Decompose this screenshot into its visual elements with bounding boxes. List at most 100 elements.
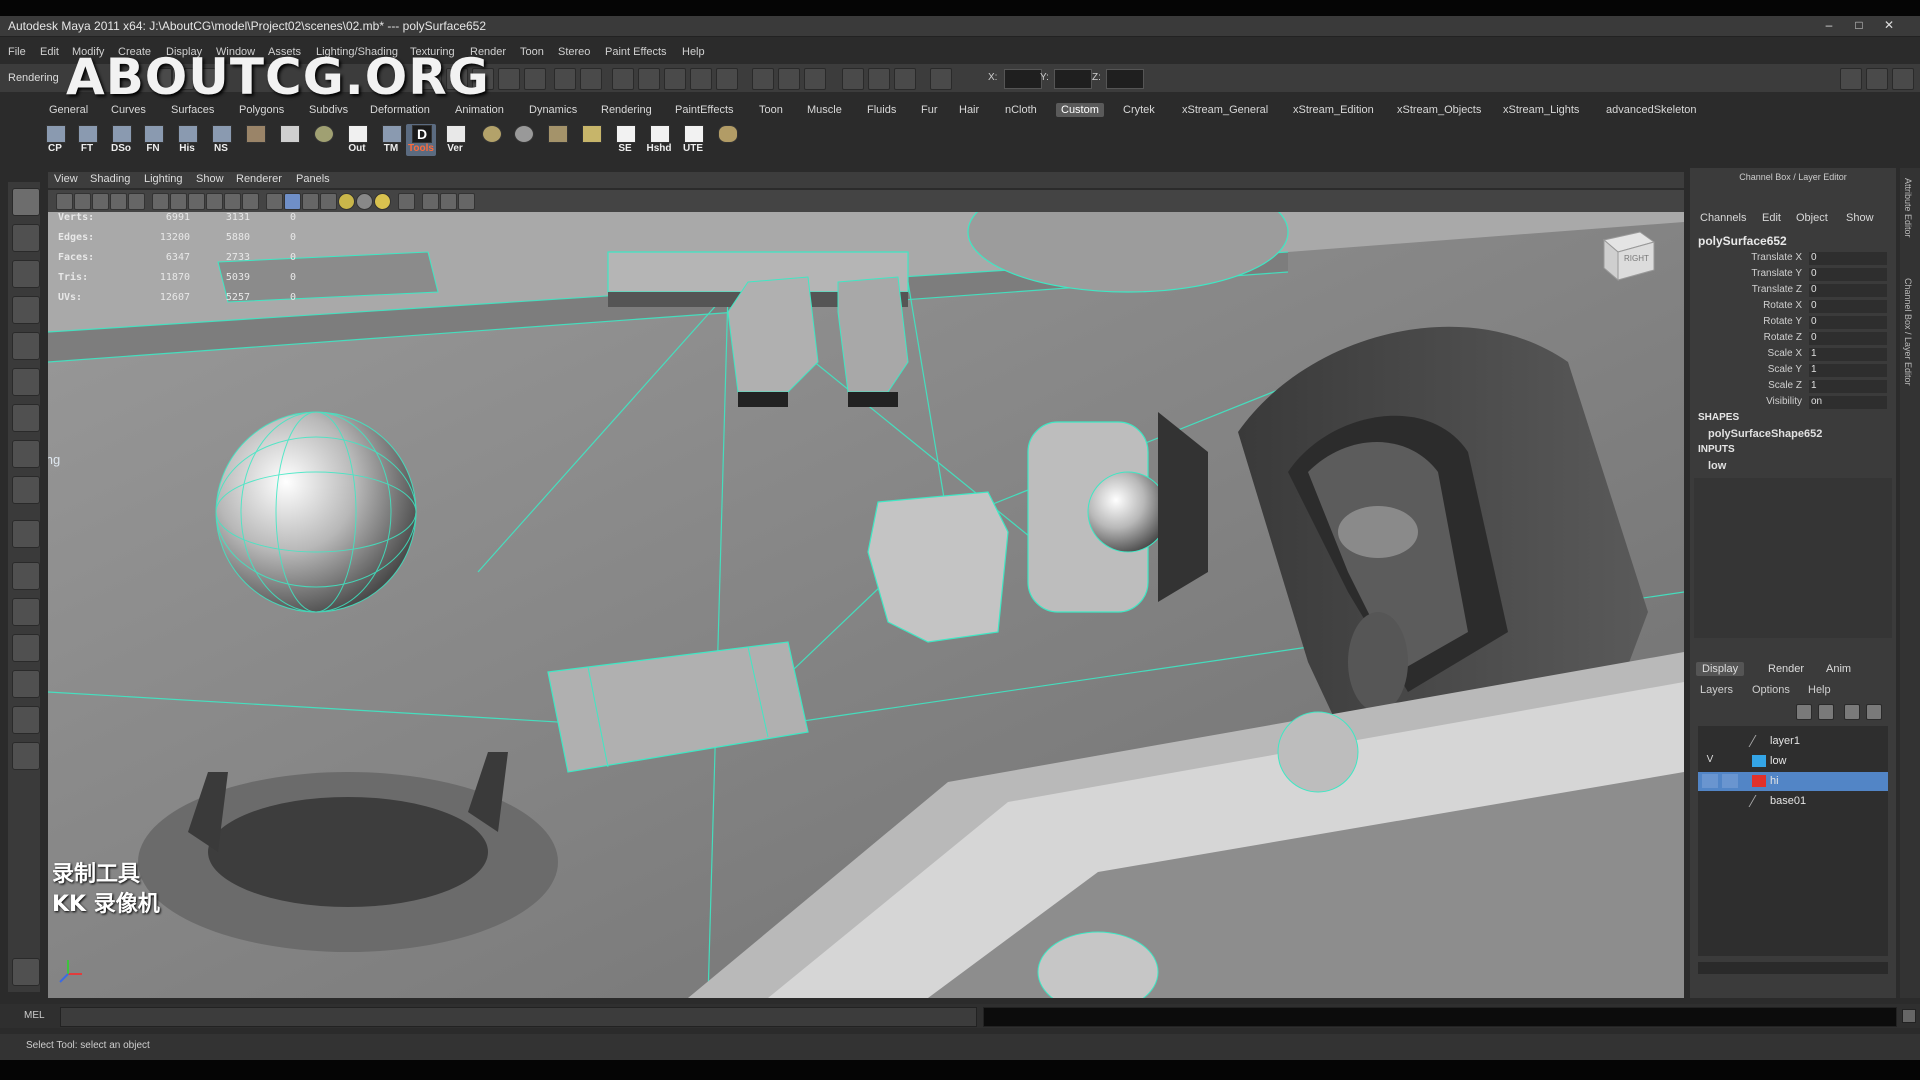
shelf-button-hshd[interactable]: Hshd xyxy=(644,124,674,156)
shelf-button-sphere-b[interactable] xyxy=(508,124,538,156)
menu-edit[interactable]: Edit xyxy=(40,46,59,58)
wire-on-shaded-icon[interactable] xyxy=(302,193,319,210)
attr-scale-y[interactable]: Scale Y1 xyxy=(1690,364,1890,378)
layer-list-scrollbar[interactable] xyxy=(1698,962,1888,974)
render-view-icon[interactable] xyxy=(612,68,634,90)
vp-menu-panels[interactable]: Panels xyxy=(296,173,330,185)
attribute-editor-tab[interactable]: Attribute Editor xyxy=(1903,178,1913,238)
move-tool-icon[interactable] xyxy=(12,296,40,324)
layer-menu-options[interactable]: Options xyxy=(1752,684,1790,696)
viewport-3d[interactable]: Verts: 6991 3131 0 Edges: 13200 5880 0 Faces: 6… xyxy=(48,212,1684,998)
channel-box-tab[interactable]: Channel Box / Layer Editor xyxy=(1903,278,1913,386)
history-icon[interactable] xyxy=(524,68,546,90)
minimize-icon[interactable]: – xyxy=(1818,18,1840,33)
new-layer-selected-icon[interactable] xyxy=(1866,704,1882,720)
shelf-button-sphere-a[interactable] xyxy=(476,124,506,156)
menu-stereo[interactable]: Stereo xyxy=(558,46,590,58)
textured-icon[interactable] xyxy=(320,193,337,210)
resolution-gate-icon[interactable] xyxy=(170,193,187,210)
layer-color-swatch[interactable] xyxy=(1748,795,1771,807)
rename-icon[interactable] xyxy=(868,68,890,90)
attr-scale-x[interactable]: Scale X1 xyxy=(1690,348,1890,362)
shelf-tab-muscle[interactable]: Muscle xyxy=(802,103,847,117)
shelf-tab-painteffects[interactable]: PaintEffects xyxy=(670,103,739,117)
shelf-button-out[interactable]: Out xyxy=(342,124,372,156)
shelf-tab-crytek[interactable]: Crytek xyxy=(1118,103,1160,117)
layout-uv-icon[interactable] xyxy=(12,742,40,770)
menu-paint-effects[interactable]: Paint Effects xyxy=(605,46,667,58)
rotate-tool-icon[interactable] xyxy=(12,332,40,360)
maximize-icon[interactable]: □ xyxy=(1848,18,1870,33)
share-icon[interactable] xyxy=(458,193,475,210)
attr-rotate-x[interactable]: Rotate X0 xyxy=(1690,300,1890,314)
xray-icon[interactable] xyxy=(398,193,415,210)
shelf-button-ns[interactable]: NS xyxy=(206,124,236,156)
vp-menu-view[interactable]: View xyxy=(54,173,78,185)
layer-reference-toggle[interactable] xyxy=(1722,754,1738,768)
shelf-tab-xstream-edition[interactable]: xStream_Edition xyxy=(1288,103,1379,117)
shelf-tab-hair[interactable]: Hair xyxy=(954,103,984,117)
vp-menu-lighting[interactable]: Lighting xyxy=(144,173,183,185)
attr-scale-z[interactable]: Scale Z1 xyxy=(1690,380,1890,394)
shelf-button-figure[interactable] xyxy=(576,124,606,156)
layer-visibility-toggle[interactable]: V xyxy=(1702,754,1718,768)
menu-help[interactable]: Help xyxy=(682,46,705,58)
grid-toggle-icon[interactable] xyxy=(128,193,145,210)
layout-graph-icon[interactable] xyxy=(12,670,40,698)
attr-visibility[interactable]: Visibility on xyxy=(1690,396,1890,410)
layer-menu-help[interactable]: Help xyxy=(1808,684,1831,696)
highlight-icon[interactable] xyxy=(580,68,602,90)
xray-joints-icon[interactable] xyxy=(440,193,457,210)
shelf-tab-dynamics[interactable]: Dynamics xyxy=(524,103,582,117)
selected-object-name[interactable]: polySurface652 xyxy=(1698,234,1787,248)
image-plane-icon[interactable] xyxy=(110,193,127,210)
mel-label[interactable]: MEL xyxy=(24,1010,45,1021)
gate-mask-icon[interactable] xyxy=(188,193,205,210)
z-field[interactable] xyxy=(1106,69,1144,89)
shelf-button-hand[interactable] xyxy=(274,124,304,156)
move-layer-down-icon[interactable] xyxy=(1818,704,1834,720)
layer-row-layer1[interactable]: layer1 xyxy=(1698,732,1888,751)
input-node[interactable]: low xyxy=(1708,460,1726,472)
layer-reference-toggle[interactable] xyxy=(1722,734,1738,748)
toggle-attribute-editor-icon[interactable] xyxy=(1840,68,1862,90)
shelf-button-fn[interactable]: FN xyxy=(138,124,168,156)
shelf-button-lizard[interactable] xyxy=(712,124,742,156)
shelf-tab-fur[interactable]: Fur xyxy=(916,103,943,117)
move-layer-up-icon[interactable] xyxy=(1796,704,1812,720)
menu-toon[interactable]: Toon xyxy=(520,46,544,58)
hypershade-icon[interactable] xyxy=(716,68,738,90)
cb-menu-object[interactable]: Object xyxy=(1796,212,1828,224)
shelf-tab-xstream-general[interactable]: xStream_General xyxy=(1177,103,1273,117)
last-tool-icon[interactable] xyxy=(12,520,40,548)
menu-file[interactable]: File xyxy=(8,46,26,58)
shelf-tab-deformation[interactable]: Deformation xyxy=(365,103,435,117)
attr-translate-x[interactable]: Translate X0 xyxy=(1690,252,1890,266)
shelf-tab-advancedskeleton[interactable]: advancedSkeleton xyxy=(1601,103,1702,117)
shelf-button-gear[interactable] xyxy=(308,124,338,156)
layer-row-base01[interactable]: base01 xyxy=(1698,792,1888,811)
shelf-tab-animation[interactable]: Animation xyxy=(450,103,509,117)
close-icon[interactable]: ✕ xyxy=(1878,18,1900,33)
layer-visibility-toggle[interactable] xyxy=(1702,794,1718,808)
smooth-shade-icon[interactable] xyxy=(284,193,301,210)
bookmark-icon[interactable] xyxy=(92,193,109,210)
layer-tab-render[interactable]: Render xyxy=(1762,662,1810,676)
relative-transform-icon[interactable] xyxy=(842,68,864,90)
layout-single-icon[interactable] xyxy=(12,562,40,590)
shelf-button-tools[interactable]: D Tools xyxy=(406,124,436,156)
shelf-tab-polygons[interactable]: Polygons xyxy=(234,103,289,117)
cb-menu-show[interactable]: Show xyxy=(1846,212,1874,224)
shelf-tab-ncloth[interactable]: nCloth xyxy=(1000,103,1042,117)
layer-visibility-toggle[interactable] xyxy=(1702,734,1718,748)
shelf-button-ver[interactable]: Ver xyxy=(440,124,470,156)
layout-four-icon[interactable] xyxy=(12,598,40,626)
y-field[interactable] xyxy=(1054,69,1092,89)
attr-rotate-y[interactable]: Rotate Y0 xyxy=(1690,316,1890,330)
shelf-button-cp[interactable]: CP xyxy=(40,124,70,156)
shelf-tab-general[interactable]: General xyxy=(44,103,93,117)
shelf-tab-rendering[interactable]: Rendering xyxy=(596,103,657,117)
mel-command-input[interactable] xyxy=(60,1007,977,1027)
render-globals-icon[interactable] xyxy=(690,68,712,90)
attr-translate-y[interactable]: Translate Y0 xyxy=(1690,268,1890,282)
